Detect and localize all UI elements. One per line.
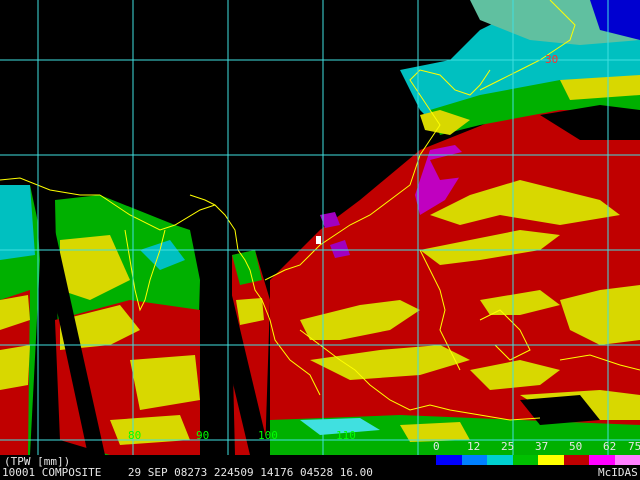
colorbar-tick-label: 0: [433, 440, 440, 453]
tpw-satellite-map: [0, 0, 640, 455]
lon-label-100: 100: [258, 429, 278, 442]
colorbar-tick-label: 37: [535, 440, 549, 453]
colorbar-swatch: [487, 455, 513, 465]
colorbar-swatch: [563, 455, 590, 465]
lon-label-80: 80: [128, 429, 142, 442]
colorbar-swatch: [614, 455, 640, 465]
lon-label-90: 90: [196, 429, 210, 442]
lon-label-110: 110: [336, 429, 356, 442]
colorbar-tick-label: 12: [467, 440, 481, 453]
colorbar-swatch: [538, 455, 564, 465]
colorbar-swatch: [461, 455, 488, 465]
info-line: 10001 COMPOSITE 29 SEP 08273 224509 1417…: [2, 466, 373, 479]
colorbar-swatch: [589, 455, 615, 465]
colorbar-tick-label: 25: [501, 440, 515, 453]
location-marker: [316, 236, 321, 244]
credit-label: McIDAS: [598, 466, 638, 479]
colorbar-tick-label: 75: [628, 440, 640, 453]
colorbar-tick-label: 50: [569, 440, 583, 453]
lat-label-30: 30: [545, 53, 559, 66]
colorbar-swatch: [512, 455, 539, 465]
colorbar-swatch: [436, 455, 462, 465]
colorbar-tick-label: 62: [603, 440, 617, 453]
